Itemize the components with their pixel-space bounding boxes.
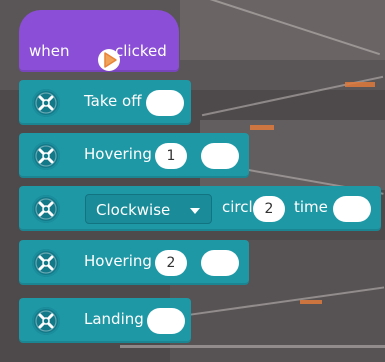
drone-icon: [32, 195, 60, 223]
drone-icon: [32, 142, 60, 170]
landing-label: Landing: [84, 310, 144, 328]
chevron-down-icon: [190, 208, 200, 214]
circle-extra-input[interactable]: [333, 196, 371, 222]
direction-dropdown-value: Clockwise: [96, 201, 171, 219]
circle-block[interactable]: Clockwise circle 2 time: [19, 186, 381, 231]
take-off-label: Take off: [84, 92, 142, 110]
hovering-block[interactable]: Hovering 1: [19, 133, 249, 178]
hovering-seconds-input[interactable]: 1: [155, 143, 187, 169]
drone-icon: [32, 307, 60, 335]
circle-count-input[interactable]: 2: [253, 196, 285, 222]
drone-icon: [32, 249, 60, 277]
landing-block[interactable]: Landing: [19, 298, 191, 343]
direction-dropdown[interactable]: Clockwise: [85, 194, 212, 224]
hovering-label: Hovering: [84, 145, 152, 163]
clicked-label: clicked: [115, 42, 167, 60]
hovering-block-2[interactable]: Hovering 2: [19, 240, 249, 285]
hovering-extra-input[interactable]: [201, 250, 239, 276]
landing-input[interactable]: [147, 308, 185, 334]
drone-icon: [32, 89, 60, 117]
hovering-extra-input[interactable]: [201, 143, 239, 169]
take-off-input[interactable]: [146, 90, 184, 116]
time-label: time: [294, 198, 328, 216]
hovering-label: Hovering: [84, 252, 152, 270]
when-label: when: [29, 42, 70, 60]
take-off-block[interactable]: Take off: [19, 80, 191, 125]
hovering-seconds-input[interactable]: 2: [155, 250, 187, 276]
when-flag-clicked-block[interactable]: when clicked: [19, 10, 179, 72]
